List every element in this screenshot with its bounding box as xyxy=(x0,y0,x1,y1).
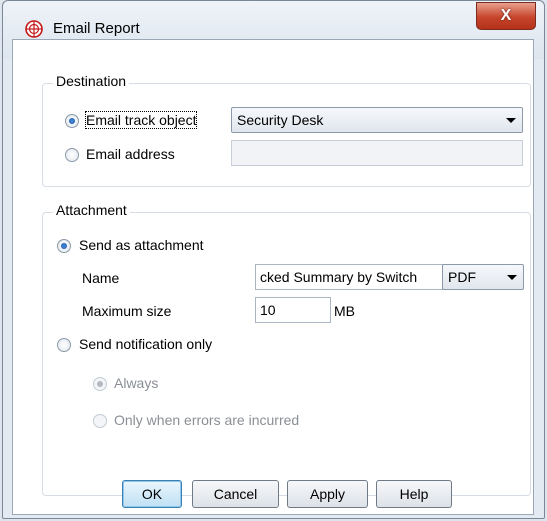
attachment-name-label: Name xyxy=(82,270,120,286)
always-radio[interactable] xyxy=(93,377,107,391)
attachment-format-value: PDF xyxy=(448,269,476,285)
max-size-label: Maximum size xyxy=(82,303,172,319)
email-address-radio[interactable] xyxy=(65,148,79,162)
email-track-object-select[interactable]: Security Desk xyxy=(231,107,523,133)
ok-button[interactable]: OK xyxy=(122,480,182,508)
cancel-button[interactable]: Cancel xyxy=(192,480,279,508)
email-track-object-value: Security Desk xyxy=(237,112,324,128)
only-errors-label[interactable]: Only when errors are incurred xyxy=(114,412,299,428)
email-report-dialog: Email Report X Destination Email track o… xyxy=(2,0,545,519)
attachment-group xyxy=(42,212,531,496)
max-size-unit: MB xyxy=(334,303,355,319)
send-notification-only-radio[interactable] xyxy=(57,338,71,352)
email-address-field[interactable] xyxy=(231,140,523,166)
email-track-object-radio[interactable] xyxy=(65,114,79,128)
only-errors-radio[interactable] xyxy=(93,414,107,428)
attachment-group-label: Attachment xyxy=(53,202,130,218)
attachment-format-select[interactable]: PDF xyxy=(442,264,524,290)
email-track-object-label[interactable]: Email track object xyxy=(84,111,198,129)
window-title: Email Report xyxy=(53,20,140,37)
chevron-down-icon xyxy=(506,118,516,123)
destination-group-label: Destination xyxy=(53,73,130,89)
chevron-down-icon xyxy=(507,275,517,280)
send-as-attachment-label[interactable]: Send as attachment xyxy=(79,237,204,253)
send-notification-only-label[interactable]: Send notification only xyxy=(79,336,212,352)
dialog-body: Destination Email track object Security … xyxy=(12,39,534,515)
destination-group xyxy=(42,83,531,187)
max-size-field[interactable]: 10 xyxy=(255,297,331,323)
attachment-name-value: cked Summary by Switch xyxy=(260,269,418,285)
close-button[interactable]: X xyxy=(476,2,536,30)
apply-button[interactable]: Apply xyxy=(287,480,368,508)
send-as-attachment-radio[interactable] xyxy=(57,239,71,253)
always-label[interactable]: Always xyxy=(114,375,158,391)
max-size-value: 10 xyxy=(260,302,276,318)
app-globe-icon xyxy=(25,20,43,38)
attachment-name-field[interactable]: cked Summary by Switch xyxy=(255,264,443,290)
email-address-label[interactable]: Email address xyxy=(86,146,175,162)
help-button[interactable]: Help xyxy=(376,480,452,508)
